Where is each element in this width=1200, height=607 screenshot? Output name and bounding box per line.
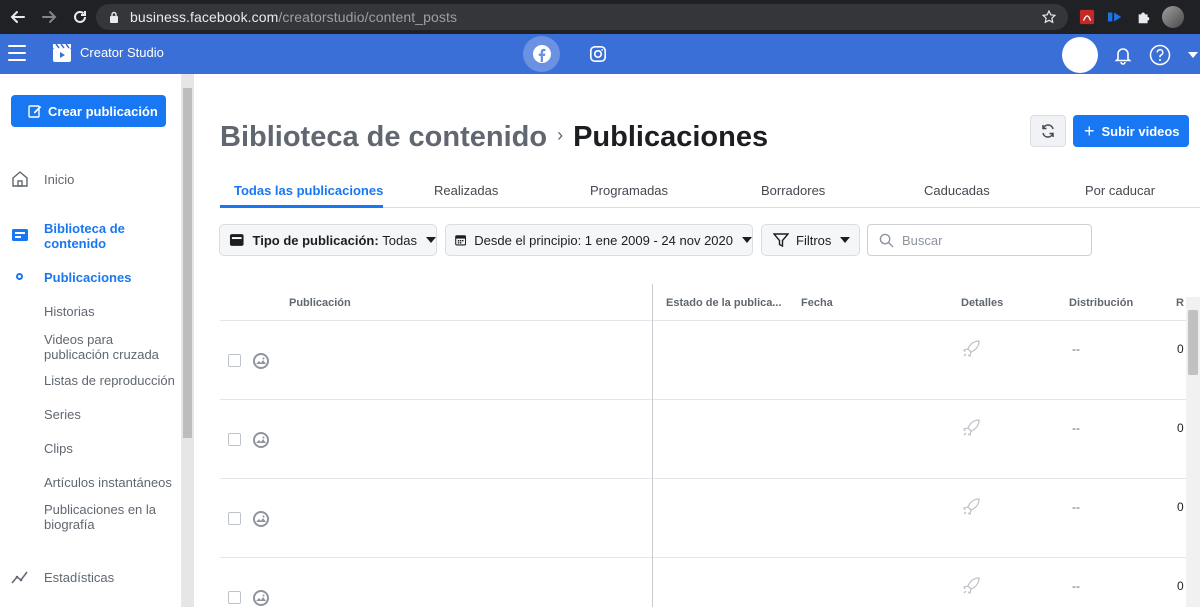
sidebar-item-listas[interactable]: Listas de reproducción: [44, 373, 175, 388]
sidebar-item-videos-cruzada[interactable]: Videos para publicación cruzada: [44, 332, 180, 362]
edit-icon: [28, 105, 42, 118]
chevron-right-icon: ›: [557, 125, 564, 145]
help-icon[interactable]: [1149, 44, 1171, 66]
extensions-puzzle-icon[interactable]: [1135, 8, 1153, 26]
caret-down-icon: [742, 237, 752, 243]
table-scrollbar-thumb[interactable]: [1188, 310, 1198, 375]
column-fecha[interactable]: Fecha: [801, 297, 833, 309]
row-value: 0: [1177, 500, 1184, 514]
page-avatar[interactable]: [1062, 37, 1098, 73]
filter-funnel-icon: [773, 233, 789, 248]
sidebar-scrollbar-thumb[interactable]: [183, 88, 192, 438]
breadcrumb: Biblioteca de contenido › Publicaciones: [220, 121, 768, 154]
lock-icon: [110, 11, 118, 23]
caret-down-icon: [840, 237, 851, 243]
tab-borradores[interactable]: Borradores: [761, 183, 825, 198]
sidebar-item-series[interactable]: Series: [44, 407, 81, 422]
plus-icon: +: [1084, 121, 1095, 141]
image-post-icon: [253, 432, 269, 448]
image-post-icon: [253, 590, 269, 606]
row-divider: [220, 557, 1200, 558]
menu-icon[interactable]: [8, 45, 26, 61]
boost-rocket-icon[interactable]: [961, 576, 981, 596]
distribution-value: --: [1072, 421, 1080, 435]
distribution-value: --: [1072, 500, 1080, 514]
header-caret-down-icon[interactable]: [1186, 44, 1200, 66]
instagram-icon: [589, 45, 607, 63]
filters-dropdown[interactable]: Filtros: [761, 224, 860, 256]
column-detalles[interactable]: Detalles: [961, 297, 1003, 309]
search-input[interactable]: [902, 232, 1082, 248]
reload-icon[interactable]: [67, 4, 93, 30]
home-icon: [12, 171, 28, 187]
creator-studio-logo-icon: [53, 43, 71, 62]
instagram-tab[interactable]: [584, 42, 612, 66]
post-type-icon: [229, 234, 244, 246]
column-r[interactable]: R: [1176, 297, 1184, 309]
row-value: 0: [1177, 342, 1184, 356]
sidebar-item-biografia[interactable]: Publicaciones en la biografía: [44, 502, 164, 532]
sidebar-item-biblioteca[interactable]: Biblioteca de contenido: [44, 221, 164, 251]
post-type-filter[interactable]: Tipo de publicación: Todas: [219, 224, 437, 256]
tab-realizadas[interactable]: Realizadas: [434, 183, 498, 198]
distribution-value: --: [1072, 579, 1080, 593]
column-estado[interactable]: Estado de la publica...: [666, 297, 782, 309]
sidebar-item-articulos[interactable]: Artículos instantáneos: [44, 475, 172, 490]
caret-down-icon: [426, 237, 436, 243]
address-bar[interactable]: business.facebook.com/creatorstudio/cont…: [96, 4, 1068, 30]
active-tab-underline: [220, 205, 383, 208]
forward-icon[interactable]: [36, 4, 62, 30]
row-value: 0: [1177, 421, 1184, 435]
url-text: business.facebook.com/creatorstudio/cont…: [130, 9, 458, 25]
tab-por-caducar[interactable]: Por caducar: [1085, 183, 1155, 198]
boost-rocket-icon[interactable]: [961, 418, 981, 438]
page-title: Publicaciones: [573, 121, 769, 153]
boost-rocket-icon[interactable]: [961, 339, 981, 359]
refresh-icon: [1042, 124, 1054, 138]
bell-icon[interactable]: [1112, 44, 1134, 66]
sidebar-item-clips[interactable]: Clips: [44, 441, 73, 456]
tab-programadas[interactable]: Programadas: [590, 183, 668, 198]
pdf-extension-icon[interactable]: [1078, 8, 1096, 26]
row-divider: [220, 399, 1200, 400]
search-icon: [879, 233, 894, 248]
image-post-icon: [253, 353, 269, 369]
column-divider: [652, 284, 653, 607]
profile-avatar[interactable]: [1162, 6, 1184, 28]
app-title: Creator Studio: [80, 45, 164, 60]
date-range-filter[interactable]: Desde el principio: 1 ene 2009 - 24 nov …: [445, 224, 753, 256]
row-checkbox[interactable]: [228, 354, 241, 367]
create-post-button[interactable]: Crear publicación: [11, 95, 166, 127]
search-box[interactable]: [867, 224, 1092, 256]
refresh-button[interactable]: [1030, 115, 1066, 147]
column-distribucion[interactable]: Distribución: [1069, 297, 1133, 309]
boost-rocket-icon[interactable]: [961, 497, 981, 517]
insights-chart-icon: [11, 571, 28, 584]
video-extension-icon[interactable]: [1106, 8, 1124, 26]
sidebar-item-inicio[interactable]: Inicio: [44, 172, 74, 187]
row-checkbox[interactable]: [228, 512, 241, 525]
row-checkbox[interactable]: [228, 433, 241, 446]
upload-videos-button[interactable]: + Subir videos: [1073, 115, 1189, 147]
back-icon[interactable]: [5, 4, 31, 30]
column-publicacion[interactable]: Publicación: [289, 297, 351, 309]
breadcrumb-parent[interactable]: Biblioteca de contenido: [220, 121, 547, 153]
tab-caducadas[interactable]: Caducadas: [924, 183, 990, 198]
bookmark-star-icon[interactable]: [1042, 10, 1056, 24]
image-post-icon: [253, 511, 269, 527]
row-divider: [220, 478, 1200, 479]
row-checkbox[interactable]: [228, 591, 241, 604]
distribution-value: --: [1072, 342, 1080, 356]
active-indicator-dot: [16, 273, 23, 280]
facebook-tab[interactable]: [523, 36, 560, 72]
tab-todas[interactable]: Todas las publicaciones: [234, 183, 383, 198]
table-header-divider: [220, 320, 1200, 321]
row-value: 0: [1177, 579, 1184, 593]
facebook-icon: [532, 45, 551, 63]
sidebar-item-estadisticas[interactable]: Estadísticas: [44, 570, 114, 585]
sidebar-item-historias[interactable]: Historias: [44, 304, 95, 319]
calendar-icon: [455, 235, 467, 246]
content-library-icon: [12, 229, 28, 241]
sidebar-item-publicaciones[interactable]: Publicaciones: [44, 270, 131, 285]
